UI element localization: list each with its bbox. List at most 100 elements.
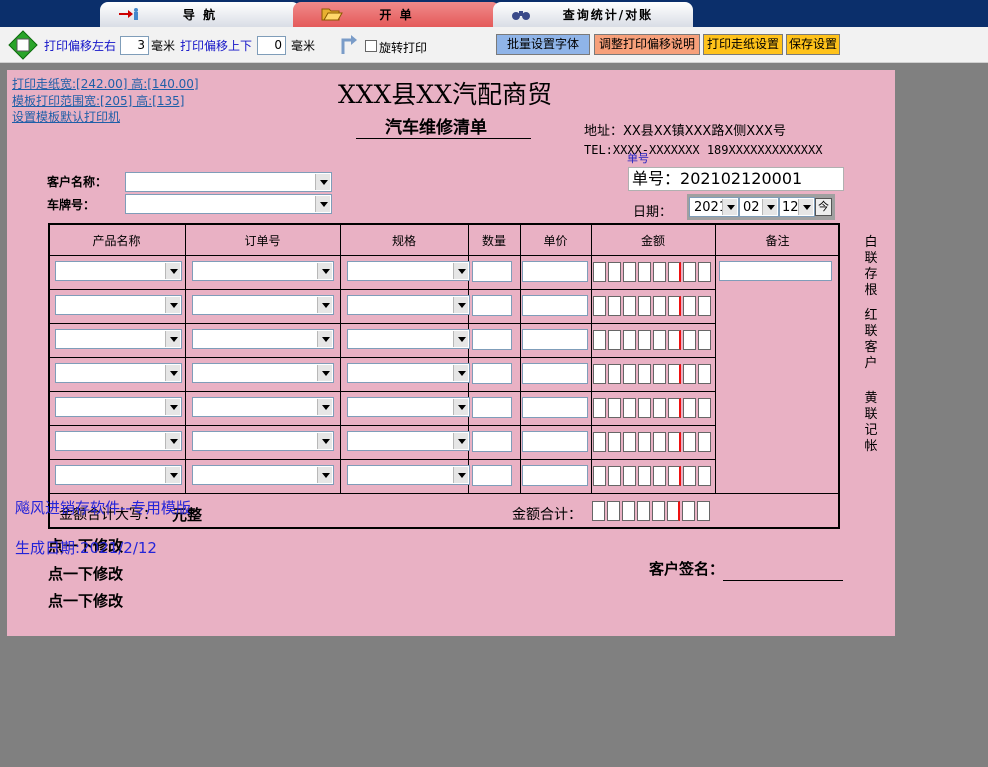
row-divider [48,459,715,460]
editable-line[interactable]: 点一下修改 [48,563,123,584]
price-input[interactable] [522,295,588,316]
row-divider [48,425,715,426]
default-printer-link[interactable]: 设置模板默认打印机 [12,108,120,125]
day-select[interactable]: 12 [779,197,815,217]
toolbar: 打印偏移左右 3 毫米 打印偏移上下 0 毫米 旋转打印 批量设置字体 调整打印… [0,27,988,63]
spec-select[interactable] [347,397,470,417]
spec-select[interactable] [347,431,470,451]
paper-setup-button[interactable]: 打印走纸设置 [703,34,783,55]
order-select[interactable] [192,465,334,485]
print-template: 打印走纸宽:[242.00] 高:[140.00] 模板打印范围宽:[205] … [7,70,895,636]
product-select[interactable] [55,329,182,349]
generated-date-watermark: 生成日期:2021/2/12 [15,539,157,557]
quantity-input[interactable] [472,363,512,384]
spec-select[interactable] [347,465,470,485]
row-divider [48,391,715,392]
price-input[interactable] [522,397,588,418]
unit-label: 毫米 [291,39,316,53]
rotate-checkbox[interactable] [365,40,377,52]
column-header: 备注 [765,234,790,248]
order-select[interactable] [192,397,334,417]
month-select[interactable]: 02 [739,197,779,217]
product-select[interactable] [55,397,182,417]
quantity-input[interactable] [472,465,512,486]
quantity-input[interactable] [472,397,512,418]
print-range-link[interactable]: 模板打印范围宽:[205] 高:[135] [12,92,184,109]
year-select[interactable]: 2021 [689,197,739,217]
total-amount-digits[interactable] [592,501,712,521]
order-select[interactable] [192,295,334,315]
product-select[interactable] [55,261,182,281]
header-divider [48,255,840,256]
amount-digits[interactable] [593,330,713,350]
price-input[interactable] [522,329,588,350]
column-header: 订单号 [244,234,281,248]
batch-font-button[interactable]: 批量设置字体 [496,34,590,55]
offset-ud-label: 打印偏移上下 [180,39,253,53]
software-watermark: 飚风进销存软件--专用模版 [15,499,191,517]
quantity-input[interactable] [472,261,512,282]
price-input[interactable] [522,261,588,282]
tab-query-stats[interactable]: 查询统计/对账 [493,2,693,27]
order-select[interactable] [192,261,334,281]
tab-label: 查询统计/对账 [562,8,654,22]
workspace-background [895,70,988,636]
price-input[interactable] [522,363,588,384]
quantity-input[interactable] [472,295,512,316]
column-divider [185,223,186,493]
offset-help-button[interactable]: 调整打印偏移说明 [594,34,700,55]
remark-input[interactable] [719,261,832,281]
spec-select[interactable] [347,261,470,281]
order-select[interactable] [192,363,334,383]
company-name[interactable]: XXX县XX汽配商贸 [338,75,552,111]
move-arrows-icon[interactable] [7,30,39,60]
unit-label: 毫米 [151,39,176,53]
price-input[interactable] [522,431,588,452]
plate-label: 车牌号： [47,198,96,212]
tab-open-order[interactable]: 开 单 [293,2,500,27]
order-select[interactable] [192,329,334,349]
editable-line[interactable]: 点一下修改 [48,590,123,611]
row-divider [48,289,715,290]
quantity-input[interactable] [472,431,512,452]
spec-select[interactable] [347,363,470,383]
plate-select[interactable] [125,194,332,214]
column-header: 金额 [640,234,665,248]
column-divider [520,223,521,493]
offset-lr-input[interactable]: 3 [120,36,149,55]
today-button[interactable]: 今 [815,198,832,216]
product-select[interactable] [55,363,182,383]
order-select[interactable] [192,431,334,451]
copy-yellow-label: 黄联记帐 [864,391,878,454]
order-number-box[interactable]: 单号：202102120001 [628,167,844,191]
total-amount-label: 金额合计： [512,507,582,523]
column-header: 产品名称 [92,234,141,248]
save-settings-button[interactable]: 保存设置 [786,34,840,55]
spec-select[interactable] [347,329,470,349]
offset-ud-input[interactable]: 0 [257,36,286,55]
product-select[interactable] [55,431,182,451]
rotate-icon [341,35,357,54]
copy-white-label: 白联存根 [864,235,878,298]
customer-select[interactable] [125,172,332,192]
address-text[interactable]: 地址：XX县XX镇XXX路X侧XXX号 [584,120,786,139]
paper-size-link[interactable]: 打印走纸宽:[242.00] 高:[140.00] [12,75,199,92]
price-input[interactable] [522,465,588,486]
tab-label: 开 单 [379,8,414,22]
order-number: 202102120001 [680,169,803,188]
product-select[interactable] [55,465,182,485]
spec-select[interactable] [347,295,470,315]
order-label: 单号： [632,169,681,188]
amount-digits[interactable] [593,364,713,384]
amount-digits[interactable] [593,432,713,452]
amount-digits[interactable] [593,398,713,418]
product-select[interactable] [55,295,182,315]
copy-red-label: 红联客户 [864,308,878,371]
amount-digits[interactable] [593,296,713,316]
tab-bar: 导 航 开 单 查询统计/对账 [0,0,988,27]
amount-digits[interactable] [593,262,713,282]
doc-title[interactable]: 汽车维修清单 [385,113,487,138]
tab-navigation[interactable]: 导 航 [100,2,300,27]
quantity-input[interactable] [472,329,512,350]
amount-digits[interactable] [593,466,713,486]
